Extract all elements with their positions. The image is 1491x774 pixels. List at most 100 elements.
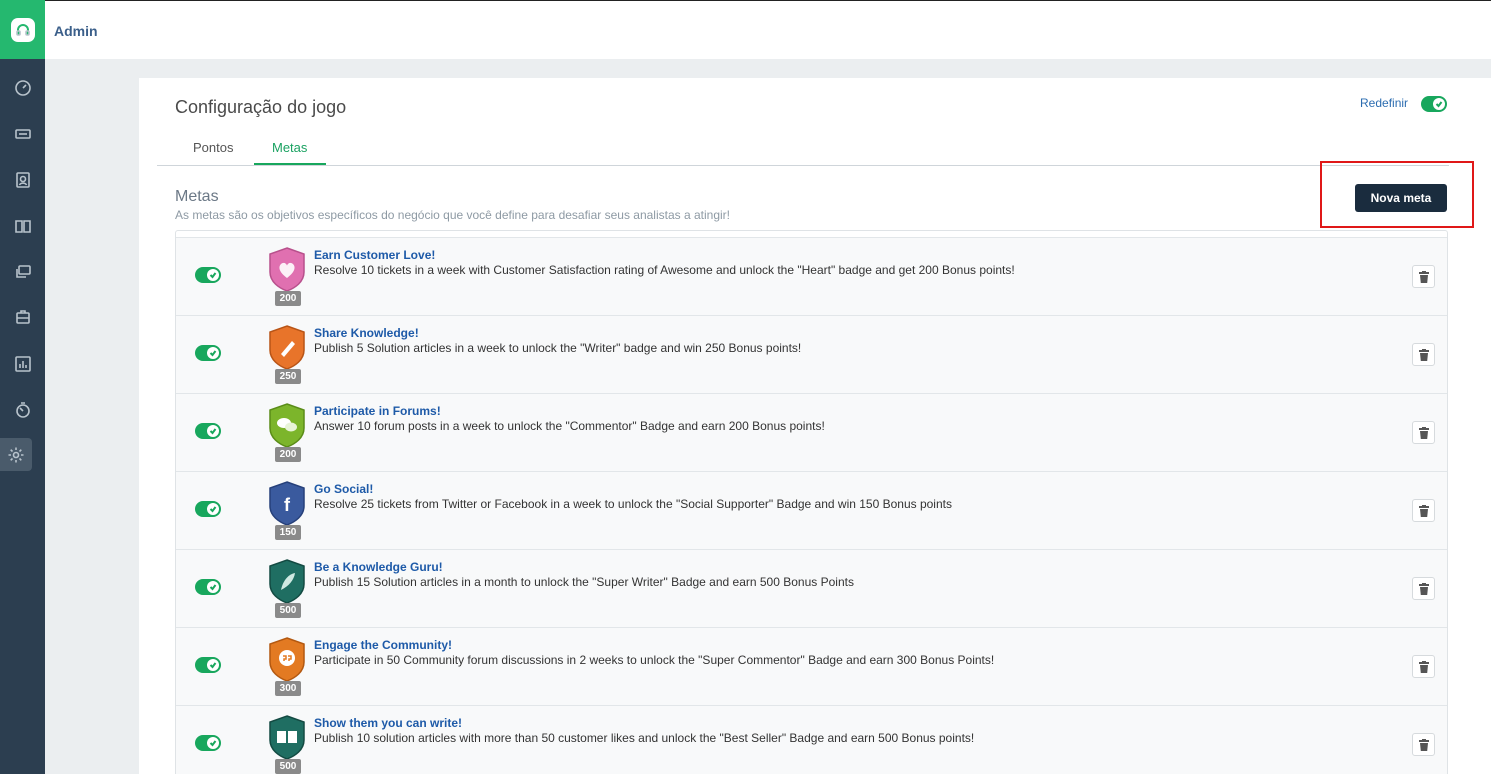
- dashboard-icon: [14, 80, 31, 96]
- delete-button[interactable]: [1412, 343, 1435, 366]
- top-bar: Admin: [45, 0, 1491, 59]
- book-badge-icon: [269, 715, 305, 760]
- section-description: As metas são os objetivos específicos do…: [175, 208, 730, 222]
- goal-enabled-toggle[interactable]: [195, 657, 221, 673]
- tab-metas[interactable]: Metas: [272, 140, 307, 155]
- goal-name[interactable]: Engage the Community!: [314, 638, 452, 652]
- goal-description: Publish 15 Solution articles in a month …: [314, 575, 854, 589]
- goal-name[interactable]: Be a Knowledge Guru!: [314, 560, 443, 574]
- sidebar-item-timer[interactable]: [0, 392, 45, 428]
- goal-name[interactable]: Show them you can write!: [314, 716, 462, 730]
- goal-enabled-toggle[interactable]: [195, 735, 221, 751]
- check-icon: [209, 272, 217, 279]
- sidebar-item-forums[interactable]: [0, 254, 45, 290]
- goal-enabled-toggle[interactable]: [195, 501, 221, 517]
- goal-row: 200 Participate in Forums! Answer 10 for…: [176, 393, 1447, 471]
- goal-name[interactable]: Participate in Forums!: [314, 404, 441, 418]
- sidebar-item-contacts[interactable]: [0, 162, 45, 198]
- goal-description: Answer 10 forum posts in a week to unloc…: [314, 419, 825, 433]
- delete-button[interactable]: [1412, 577, 1435, 600]
- goal-row: 200 Earn Customer Love! Resolve 10 ticke…: [176, 237, 1447, 315]
- quote-badge-icon: [269, 637, 305, 682]
- game-config-panel: Configuração do jogo Redefinir Pontos Me…: [139, 78, 1491, 774]
- check-icon: [1435, 101, 1443, 108]
- points-badge: 500: [275, 759, 301, 774]
- highlight-box: Nova meta: [1320, 161, 1474, 228]
- goal-enabled-toggle[interactable]: [195, 423, 221, 439]
- delete-button[interactable]: [1412, 499, 1435, 522]
- goal-name[interactable]: Share Knowledge!: [314, 326, 419, 340]
- sidebar-item-admin[interactable]: [0, 438, 32, 471]
- goal-description: Publish 5 Solution articles in a week to…: [314, 341, 802, 355]
- sidebar-item-knowledge-base[interactable]: [0, 208, 45, 244]
- solutions-icon: [15, 310, 30, 324]
- delete-button[interactable]: [1412, 421, 1435, 444]
- reports-icon: [14, 356, 31, 372]
- goal-name[interactable]: Go Social!: [314, 482, 373, 496]
- section-title: Metas: [175, 188, 219, 205]
- goal-row: 250 Share Knowledge! Publish 5 Solution …: [176, 315, 1447, 393]
- svg-text:f: f: [284, 495, 291, 515]
- check-icon: [209, 428, 217, 435]
- points-badge: 300: [275, 681, 301, 696]
- admin-gear-icon: [8, 447, 24, 462]
- trash-icon: [1418, 270, 1429, 283]
- tab-pontos[interactable]: Pontos: [193, 140, 233, 155]
- points-badge: 250: [275, 369, 301, 384]
- left-sidebar: [0, 0, 45, 774]
- trash-icon: [1418, 660, 1429, 673]
- trash-icon: [1418, 504, 1429, 517]
- feather-badge-icon: [269, 559, 305, 604]
- trash-icon: [1418, 426, 1429, 439]
- pen-badge-icon: [269, 325, 305, 370]
- facebook-badge-icon: f: [269, 481, 305, 526]
- page-title: Configuração do jogo: [175, 97, 347, 117]
- goal-row: 500 Be a Knowledge Guru! Publish 15 Solu…: [176, 549, 1447, 627]
- delete-button[interactable]: [1412, 655, 1435, 678]
- check-icon: [209, 584, 217, 591]
- goal-name[interactable]: Earn Customer Love!: [314, 248, 435, 262]
- sidebar-item-solutions[interactable]: [0, 300, 45, 336]
- goal-enabled-toggle[interactable]: [195, 579, 221, 595]
- goal-row: f 150 Go Social! Resolve 25 tickets from…: [176, 471, 1447, 549]
- points-badge: 150: [275, 525, 301, 540]
- chat-badge-icon: [269, 403, 305, 448]
- points-badge: 200: [275, 447, 301, 462]
- goals-list: 200 Earn Customer Love! Resolve 10 ticke…: [175, 230, 1448, 774]
- check-icon: [209, 662, 217, 669]
- trash-icon: [1418, 348, 1429, 361]
- goal-description: Participate in 50 Community forum discus…: [314, 653, 995, 667]
- app-logo[interactable]: [0, 0, 45, 59]
- check-icon: [209, 350, 217, 357]
- sidebar-item-tickets[interactable]: [0, 116, 45, 152]
- headset-logo-icon: [10, 17, 35, 42]
- ticket-icon: [14, 129, 31, 139]
- header-title: Admin: [54, 23, 98, 39]
- goal-enabled-toggle[interactable]: [195, 267, 221, 283]
- trash-icon: [1418, 738, 1429, 751]
- goal-row: 500 Show them you can write! Publish 10 …: [176, 705, 1447, 774]
- points-badge: 500: [275, 603, 301, 618]
- sidebar-item-dashboard[interactable]: [0, 70, 45, 106]
- sidebar-item-reports[interactable]: [0, 346, 45, 382]
- goal-description: Resolve 10 tickets in a week with Custom…: [314, 263, 1015, 277]
- check-icon: [209, 740, 217, 747]
- goal-description: Resolve 25 tickets from Twitter or Faceb…: [314, 497, 952, 511]
- goal-row: 300 Engage the Community! Participate in…: [176, 627, 1447, 705]
- forums-icon: [15, 265, 31, 278]
- delete-button[interactable]: [1412, 265, 1435, 288]
- goal-description: Publish 10 solution articles with more t…: [314, 731, 975, 745]
- contacts-icon: [15, 172, 30, 188]
- heart-badge-icon: [269, 247, 305, 292]
- new-goal-button[interactable]: Nova meta: [1355, 184, 1447, 212]
- reset-toggle[interactable]: [1421, 96, 1447, 112]
- goal-enabled-toggle[interactable]: [195, 345, 221, 361]
- check-icon: [209, 506, 217, 513]
- tab-bar: Pontos Metas: [157, 135, 1449, 166]
- delete-button[interactable]: [1412, 733, 1435, 756]
- knowledge-base-icon: [14, 220, 31, 233]
- active-tab-indicator: [254, 163, 326, 165]
- trash-icon: [1418, 582, 1429, 595]
- timer-icon: [15, 402, 30, 418]
- reset-link[interactable]: Redefinir: [1360, 96, 1408, 110]
